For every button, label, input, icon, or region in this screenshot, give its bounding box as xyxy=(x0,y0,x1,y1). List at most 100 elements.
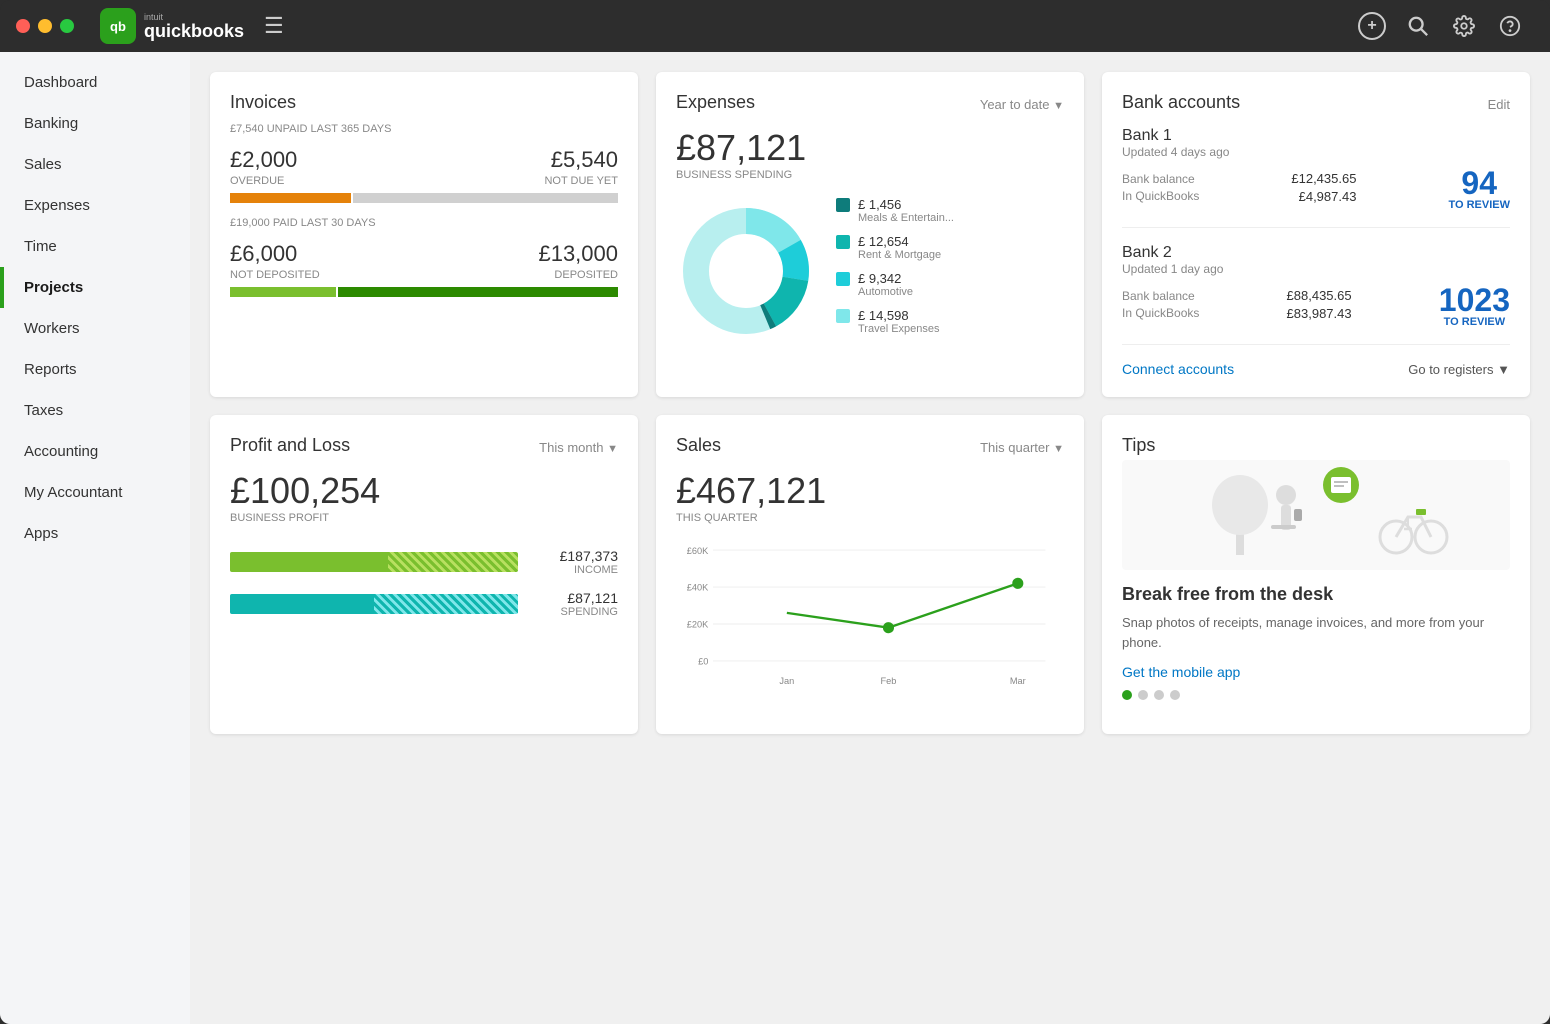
sidebar-item-accounting[interactable]: Accounting xyxy=(0,431,190,472)
help-icon[interactable] xyxy=(1496,12,1524,40)
sales-chart: £60K £40K £20K £0 Jan Feb Mar xyxy=(676,534,1064,714)
bank2-review[interactable]: 1023 TO REVIEW xyxy=(1439,284,1510,328)
hamburger-menu[interactable]: ☰ xyxy=(264,13,284,39)
invoices-notdeposited-amount: £6,000 xyxy=(230,241,320,267)
sidebar: Dashboard Banking Sales Expenses Time Pr… xyxy=(0,52,190,1024)
pnl-label: BUSINESS PROFIT xyxy=(230,512,618,524)
sales-amount: £467,121 xyxy=(676,470,1064,512)
expenses-header: Expenses Year to date ▼ xyxy=(676,92,1064,117)
bank1-balances: Bank balance In QuickBooks £12,435.65 £4… xyxy=(1122,167,1510,211)
pnl-period[interactable]: This month ▼ xyxy=(539,440,618,455)
sidebar-item-sales[interactable]: Sales xyxy=(0,144,190,185)
expenses-amount: £87,121 xyxy=(676,127,1064,169)
sales-label: THIS QUARTER xyxy=(676,512,1064,524)
sidebar-item-dashboard[interactable]: Dashboard xyxy=(0,62,190,103)
legend-item-1: £ 1,456 Meals & Entertain... xyxy=(836,197,1064,224)
bank1-review-label: TO REVIEW xyxy=(1448,199,1510,211)
tips-card: Tips xyxy=(1102,415,1530,734)
expenses-body: £ 1,456 Meals & Entertain... £ 12,654 Re… xyxy=(676,197,1064,345)
settings-icon[interactable] xyxy=(1450,12,1478,40)
svg-text:Feb: Feb xyxy=(881,676,897,686)
legend-dot-4 xyxy=(836,309,850,323)
connect-accounts-link[interactable]: Connect accounts xyxy=(1122,361,1234,377)
bank2-updated: Updated 1 day ago xyxy=(1122,262,1510,276)
invoices-row1: £2,000 OVERDUE £5,540 NOT DUE YET xyxy=(230,147,618,187)
sidebar-item-banking[interactable]: Banking xyxy=(0,103,190,144)
pnl-income-values: £187,373 INCOME xyxy=(528,548,618,576)
svg-text:£60K: £60K xyxy=(687,546,709,556)
legend-name-1: Meals & Entertain... xyxy=(858,212,954,224)
add-button[interactable]: + xyxy=(1358,12,1386,40)
legend-val-3: £ 9,342 xyxy=(858,271,913,286)
bank2-review-label: TO REVIEW xyxy=(1439,316,1510,328)
sidebar-item-projects[interactable]: Projects xyxy=(0,267,190,308)
sidebar-item-expenses[interactable]: Expenses xyxy=(0,185,190,226)
expenses-card: Expenses Year to date ▼ £87,121 BUSINESS… xyxy=(656,72,1084,397)
legend-item-3: £ 9,342 Automotive xyxy=(836,271,1064,298)
invoices-notdue-label: NOT DUE YET xyxy=(544,175,618,187)
bank2-name: Bank 2 xyxy=(1122,244,1510,262)
tips-dot-3[interactable] xyxy=(1154,690,1164,700)
tips-dot-4[interactable] xyxy=(1170,690,1180,700)
svg-text:£40K: £40K xyxy=(687,583,709,593)
sidebar-item-taxes[interactable]: Taxes xyxy=(0,390,190,431)
bank1-bal-values: £12,435.65 £4,987.43 xyxy=(1291,171,1356,207)
bank1-name: Bank 1 xyxy=(1122,127,1510,145)
sidebar-item-time[interactable]: Time xyxy=(0,226,190,267)
sidebar-item-workers[interactable]: Workers xyxy=(0,308,190,349)
sales-period[interactable]: This quarter ▼ xyxy=(980,440,1064,455)
expenses-donut xyxy=(676,201,816,341)
bank2-item: Bank 2 Updated 1 day ago Bank balance In… xyxy=(1122,244,1510,345)
expenses-label: BUSINESS SPENDING xyxy=(676,169,1064,181)
main-area: Dashboard Banking Sales Expenses Time Pr… xyxy=(0,52,1550,1024)
logo-icon: qb xyxy=(100,8,136,44)
bank2-balances: Bank balance In QuickBooks £88,435.65 £8… xyxy=(1122,284,1510,328)
svg-text:£20K: £20K xyxy=(687,620,709,630)
bank2-review-num: 1023 xyxy=(1439,284,1510,316)
pnl-header: Profit and Loss This month ▼ xyxy=(230,435,618,460)
tips-title: Tips xyxy=(1122,435,1510,456)
sidebar-item-apps[interactable]: Apps xyxy=(0,513,190,554)
sales-title: Sales xyxy=(676,435,721,456)
pnl-card: Profit and Loss This month ▼ £100,254 BU… xyxy=(210,415,638,734)
sales-header: Sales This quarter ▼ xyxy=(676,435,1064,460)
legend-val-1: £ 1,456 xyxy=(858,197,954,212)
bank2-bal-values: £88,435.65 £83,987.43 xyxy=(1287,288,1352,324)
expenses-legend: £ 1,456 Meals & Entertain... £ 12,654 Re… xyxy=(836,197,1064,345)
legend-name-4: Travel Expenses xyxy=(858,323,940,335)
minimize-button[interactable] xyxy=(38,19,52,33)
bank1-review[interactable]: 94 TO REVIEW xyxy=(1448,167,1510,211)
go-registers-link[interactable]: Go to registers ▼ xyxy=(1408,362,1510,377)
pnl-income-bar xyxy=(230,552,518,572)
close-button[interactable] xyxy=(16,19,30,33)
legend-dot-2 xyxy=(836,235,850,249)
legend-val-4: £ 14,598 xyxy=(858,308,940,323)
tips-description: Snap photos of receipts, manage invoices… xyxy=(1122,613,1510,652)
sidebar-item-reports[interactable]: Reports xyxy=(0,349,190,390)
expenses-title: Expenses xyxy=(676,92,755,113)
sidebar-item-myaccountant[interactable]: My Accountant xyxy=(0,472,190,513)
invoices-card: Invoices £7,540 UNPAID LAST 365 DAYS £2,… xyxy=(210,72,638,397)
tips-dot-2[interactable] xyxy=(1138,690,1148,700)
pnl-spending-bar xyxy=(230,594,518,614)
invoices-overdue-amount: £2,000 xyxy=(230,147,297,173)
invoices-unpaid-meta: £7,540 UNPAID LAST 365 DAYS xyxy=(230,123,618,135)
bank-title: Bank accounts xyxy=(1122,92,1240,113)
maximize-button[interactable] xyxy=(60,19,74,33)
search-icon[interactable] xyxy=(1404,12,1432,40)
legend-dot-3 xyxy=(836,272,850,286)
tips-heading: Break free from the desk xyxy=(1122,584,1510,605)
content-area: Invoices £7,540 UNPAID LAST 365 DAYS £2,… xyxy=(190,52,1550,1024)
bank-edit[interactable]: Edit xyxy=(1488,97,1510,112)
bank1-item: Bank 1 Updated 4 days ago Bank balance I… xyxy=(1122,127,1510,228)
bank2-bal-labels: Bank balance In QuickBooks xyxy=(1122,289,1199,323)
bank-header: Bank accounts Edit xyxy=(1122,92,1510,117)
pnl-income-row: £187,373 INCOME xyxy=(230,548,618,576)
tips-dot-1[interactable] xyxy=(1122,690,1132,700)
expenses-period[interactable]: Year to date ▼ xyxy=(980,97,1064,112)
bank-accounts-card: Bank accounts Edit Bank 1 Updated 4 days… xyxy=(1102,72,1530,397)
get-mobile-app-link[interactable]: Get the mobile app xyxy=(1122,664,1510,680)
invoices-bar2 xyxy=(230,287,618,297)
legend-dot-1 xyxy=(836,198,850,212)
bank1-review-num: 94 xyxy=(1448,167,1510,199)
